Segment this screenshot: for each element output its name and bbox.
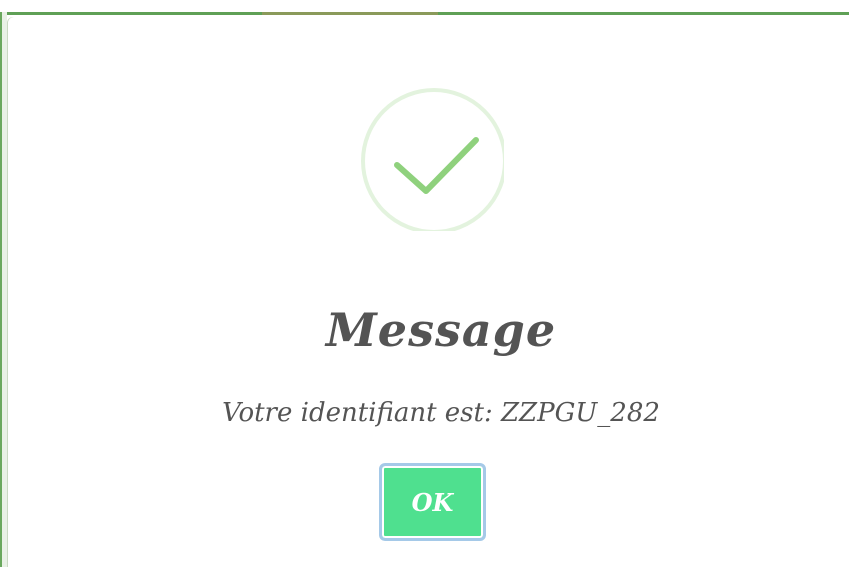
dialog-title: Message [325, 303, 557, 357]
background-divider-center [262, 12, 438, 15]
background-panel-edge [0, 12, 7, 567]
background-header-strip [0, 0, 849, 18]
success-check-icon [361, 88, 504, 231]
ok-button[interactable]: OK [379, 463, 486, 541]
alert-dialog: Message Votre identifiant est: ZZPGU_282… [8, 17, 849, 567]
dialog-message: Votre identifiant est: ZZPGU_282 [222, 398, 660, 428]
ok-button-label: OK [411, 487, 454, 517]
page: Message Votre identifiant est: ZZPGU_282… [0, 0, 849, 567]
